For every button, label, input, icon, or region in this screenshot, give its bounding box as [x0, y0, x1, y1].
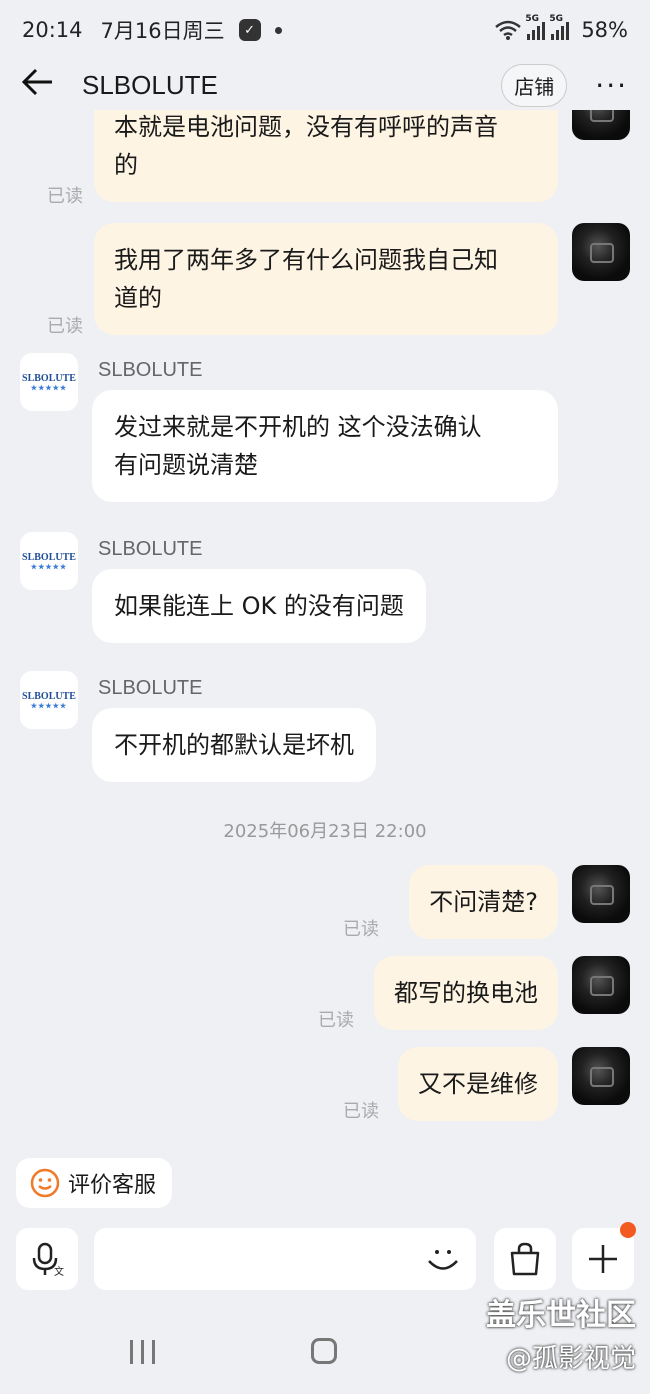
stars-icon: ★★★★★ — [30, 562, 68, 571]
my-avatar[interactable] — [572, 1047, 630, 1105]
sender-name: SLBOLUTE — [98, 677, 203, 699]
home-icon[interactable] — [311, 1338, 337, 1364]
message-incoming: SLBOLUTE ★★★★★ SLBOLUTE 发过来就是不开机的 这个没法确认… — [20, 353, 558, 502]
shop-button[interactable]: 店铺 — [501, 63, 568, 107]
notification-dot — [620, 1222, 636, 1238]
message-outgoing: 本就是电池问题，没有有呼呼的声音 的 — [94, 110, 630, 202]
rate-service-label: 评价客服 — [68, 1173, 157, 1198]
message-bubble[interactable]: 都写的换电池 — [374, 956, 558, 1030]
read-receipt: 已读 — [318, 1010, 354, 1031]
notification-dot-icon — [274, 26, 282, 34]
read-receipt: 已读 — [343, 1101, 379, 1122]
my-avatar[interactable] — [572, 110, 630, 140]
shop-avatar[interactable]: SLBOLUTE ★★★★★ — [20, 671, 78, 729]
status-bar: 20:14 7月16日周三 ✓ 5G 5G 58% — [0, 0, 650, 60]
stars-icon: ★★★★★ — [30, 701, 68, 710]
voice-input-button[interactable]: 文 — [16, 1228, 78, 1290]
shopping-bag-button[interactable] — [494, 1228, 556, 1290]
shop-avatar[interactable]: SLBOLUTE ★★★★★ — [20, 353, 78, 411]
message-composer: 文 — [0, 1222, 650, 1290]
chat-title: SLBOLUTE — [82, 69, 218, 100]
svg-text:文: 文 — [54, 1265, 64, 1276]
message-bubble[interactable]: 不开机的都默认是坏机 — [92, 708, 376, 782]
my-avatar[interactable] — [572, 223, 630, 281]
sender-name: SLBOLUTE — [98, 538, 203, 560]
my-avatar[interactable] — [572, 956, 630, 1014]
chat-header: SLBOLUTE 店铺 ··· — [0, 60, 650, 110]
emoji-icon[interactable] — [426, 1242, 460, 1276]
message-outgoing: 我用了两年多了有什么问题我自己知 道的 — [94, 223, 630, 335]
back-arrow-icon[interactable] — [21, 68, 72, 102]
my-avatar[interactable] — [572, 865, 630, 923]
battery-percent: 58% — [581, 18, 628, 42]
message-outgoing: 又不是维修 — [398, 1047, 630, 1121]
notification-app-icon: ✓ — [238, 19, 261, 41]
rate-service-button[interactable]: 评价客服 — [16, 1158, 173, 1208]
system-nav-bar — [0, 1310, 650, 1394]
message-incoming: SLBOLUTE ★★★★★ SLBOLUTE 如果能连上 OK 的没有问题 — [20, 532, 426, 643]
message-incoming: SLBOLUTE ★★★★★ SLBOLUTE 不开机的都默认是坏机 — [20, 671, 376, 782]
read-receipt: 已读 — [343, 919, 379, 940]
read-receipt: 已读 — [47, 186, 83, 207]
plus-icon — [589, 1245, 617, 1273]
stars-icon: ★★★★★ — [30, 383, 68, 392]
smiley-icon — [30, 1168, 60, 1198]
message-input[interactable] — [110, 1242, 400, 1276]
sender-name: SLBOLUTE — [98, 359, 203, 381]
message-outgoing: 不问清楚? — [409, 865, 630, 939]
recent-apps-icon[interactable] — [130, 1340, 155, 1364]
more-actions-button[interactable] — [572, 1222, 636, 1290]
message-bubble[interactable]: 如果能连上 OK 的没有问题 — [92, 569, 426, 643]
message-bubble[interactable]: 本就是电池问题，没有有呼呼的声音 的 — [94, 110, 558, 202]
signal-icon-sim1: 5G — [525, 14, 546, 40]
signal-icon-sim2: 5G — [549, 14, 570, 40]
message-bubble[interactable]: 我用了两年多了有什么问题我自己知 道的 — [94, 223, 558, 335]
status-time: 20:14 — [22, 18, 83, 42]
shopping-bag-icon — [510, 1242, 540, 1276]
message-input-box — [94, 1228, 476, 1290]
wifi-icon — [495, 20, 522, 40]
microphone-icon: 文 — [32, 1242, 64, 1276]
message-bubble[interactable]: 不问清楚? — [409, 865, 558, 939]
status-date: 7月16日周三 — [100, 19, 225, 43]
more-options-icon[interactable]: ··· — [595, 69, 628, 102]
shop-avatar[interactable]: SLBOLUTE ★★★★★ — [20, 532, 78, 590]
message-bubble[interactable]: 又不是维修 — [398, 1047, 558, 1121]
chat-message-list[interactable]: 本就是电池问题，没有有呼呼的声音 的 已读 我用了两年多了有什么问题我自己知 道… — [0, 110, 650, 1150]
chat-timestamp: 2025年06月23日 22:00 — [223, 821, 427, 842]
read-receipt: 已读 — [47, 316, 83, 337]
message-bubble[interactable]: 发过来就是不开机的 这个没法确认 有问题说清楚 — [92, 390, 558, 502]
message-outgoing: 都写的换电池 — [374, 956, 630, 1030]
